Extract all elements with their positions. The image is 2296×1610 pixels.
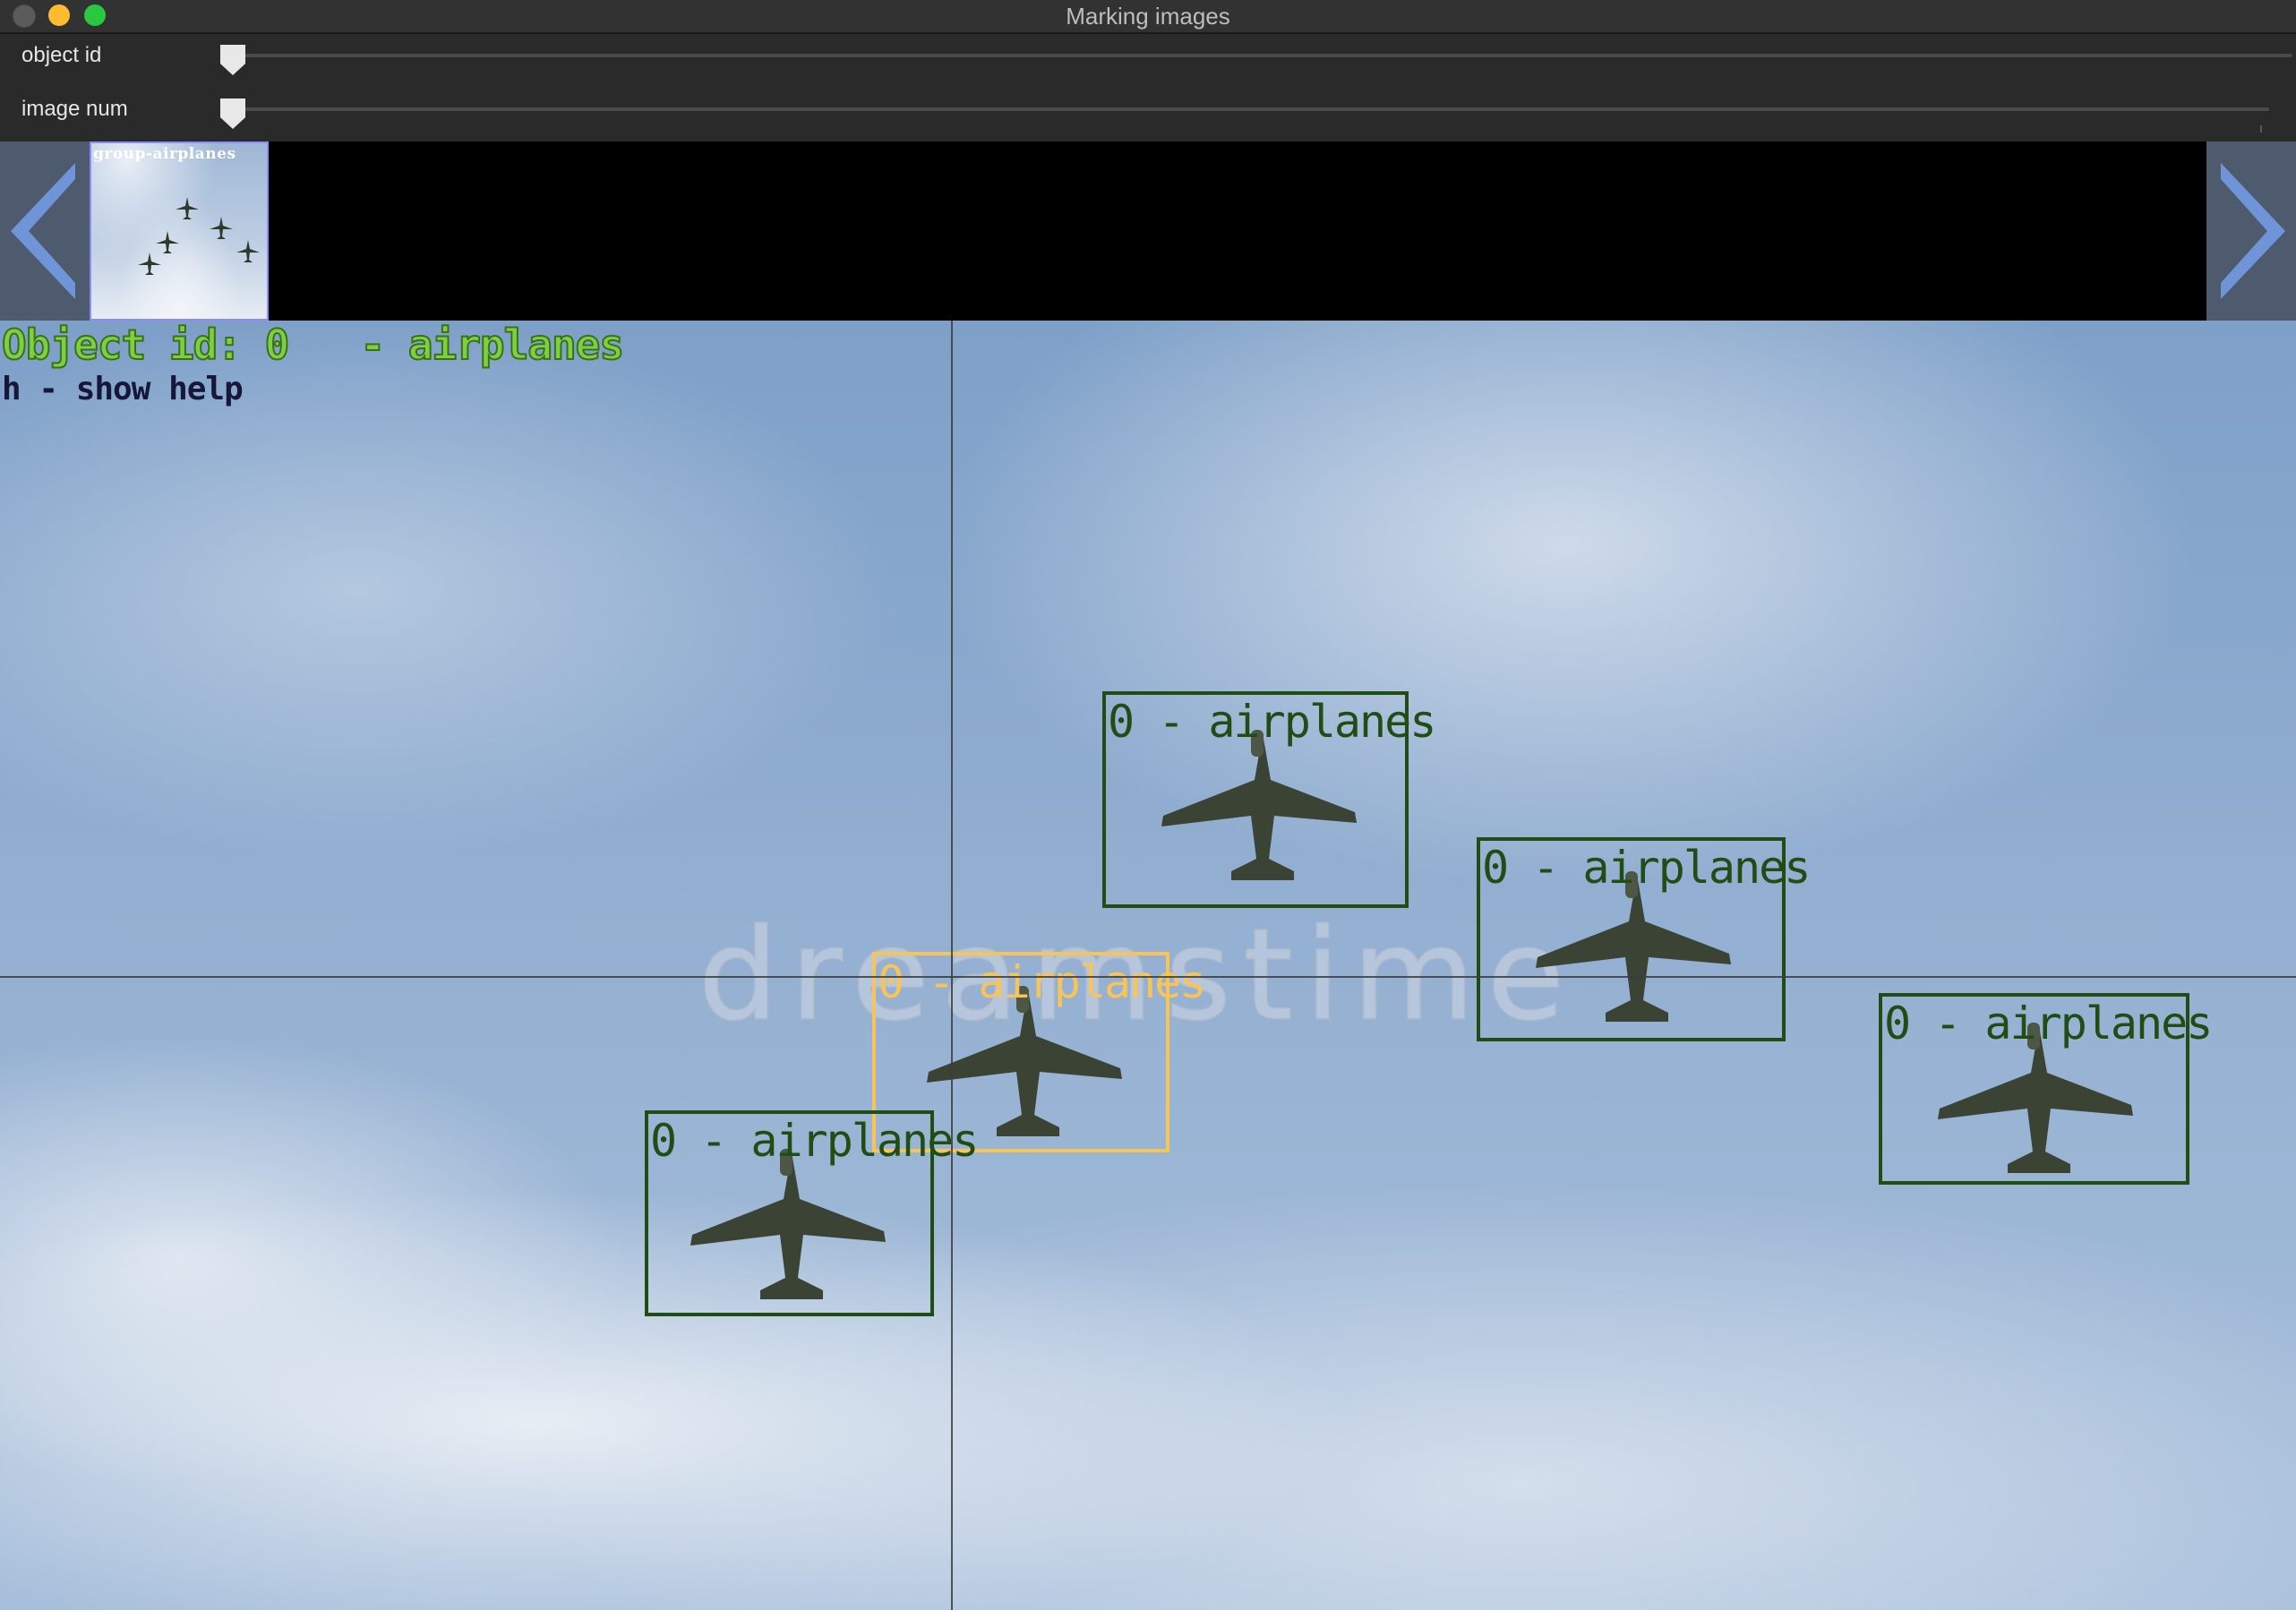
- image-canvas[interactable]: dreamstime 0 - airplanes 0 - airplanes 0…: [0, 321, 2296, 1610]
- airplane: [680, 1145, 895, 1306]
- thumbnail-plane: [235, 238, 261, 265]
- crosshair-vertical: [951, 321, 953, 1610]
- thumbnail-plane: [208, 215, 235, 242]
- object-status-text: Object id: 0 - airplanes: [1, 321, 625, 370]
- image-thumbnail[interactable]: group-airplanes: [90, 141, 269, 321]
- previous-images-button[interactable]: [0, 141, 90, 321]
- bounding-box-label: 0 - airplanes: [1482, 842, 1811, 894]
- help-hint-text: h - show help: [2, 371, 244, 407]
- bounding-box[interactable]: 0 - airplanes: [1477, 837, 1811, 1041]
- bounding-box-label: 0 - airplanes: [1108, 696, 1436, 748]
- image-num-label: image num: [21, 97, 128, 121]
- object-id-label: object id: [21, 43, 102, 67]
- trackbar-panel: object id image num: [0, 34, 2296, 141]
- thumbnail-caption: group-airplanes: [93, 145, 236, 163]
- bounding-box[interactable]: 0 - airplanes: [645, 1110, 979, 1316]
- next-images-button[interactable]: [2206, 141, 2296, 321]
- slider-end-tick: [2260, 125, 2262, 133]
- object-id-slider-thumb[interactable]: [220, 45, 245, 75]
- title-bar: Marking images: [0, 0, 2296, 34]
- thumbnail-plane: [174, 195, 201, 222]
- window-title: Marking images: [1066, 3, 1230, 30]
- object-id-slider-track[interactable]: [231, 54, 2292, 57]
- airplane: [1151, 726, 1366, 887]
- object-id-trackbar-row: object id: [0, 34, 2296, 88]
- bounding-box-label: 0 - airplanes: [1884, 998, 2213, 1049]
- image-num-slider-thumb[interactable]: [220, 98, 245, 129]
- bounding-box[interactable]: 0 - airplanes: [1879, 993, 2213, 1185]
- triangle-right-icon: [2221, 163, 2285, 299]
- image-num-slider-track[interactable]: [231, 107, 2269, 111]
- bounding-box-label: 0 - airplanes: [878, 956, 1206, 1008]
- triangle-left-icon: [11, 163, 75, 299]
- bounding-box-label: 0 - airplanes: [650, 1115, 979, 1167]
- thumbnail-strip: group-airplanes: [0, 141, 2296, 321]
- thumbnail-plane: [136, 251, 163, 278]
- bounding-box[interactable]: 0 - airplanes: [1102, 691, 1436, 908]
- image-num-trackbar-row: image num: [0, 88, 2296, 141]
- crosshair-horizontal: [0, 976, 2296, 978]
